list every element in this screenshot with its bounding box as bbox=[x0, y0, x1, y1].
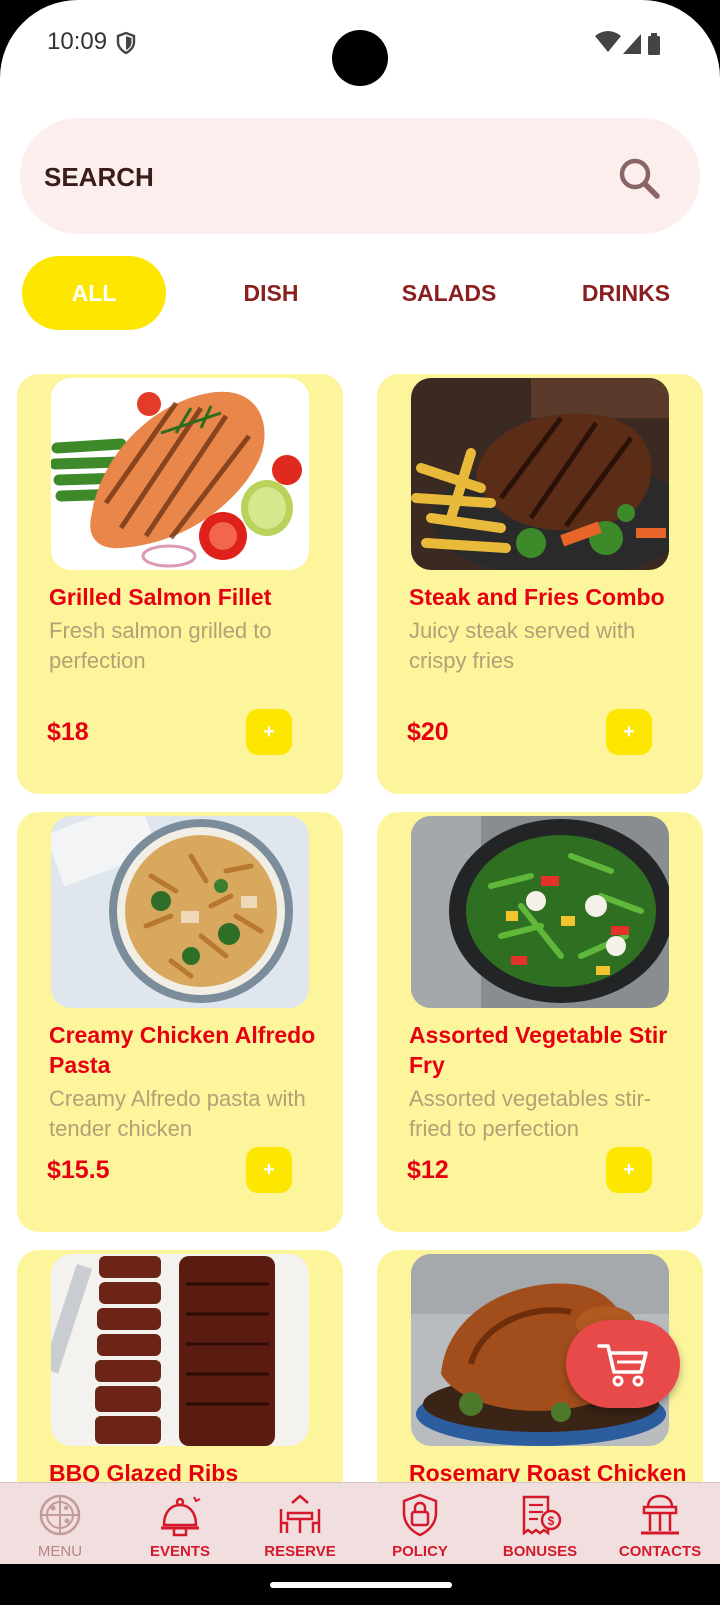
search-input[interactable]: SEARCH bbox=[44, 162, 154, 193]
dish-description: Creamy Alfredo pasta with tender chicken bbox=[49, 1086, 306, 1141]
tab-drinks[interactable]: DRINKS bbox=[554, 256, 698, 330]
nav-item-events[interactable]: EVENTS bbox=[120, 1483, 240, 1565]
dish-price: $18 bbox=[47, 718, 89, 746]
clock: 10:09 bbox=[47, 28, 108, 55]
receipt-dollar-icon: $ bbox=[522, 1495, 562, 1536]
shield-icon bbox=[116, 31, 136, 55]
nav-label: CONTACTS bbox=[618, 1543, 702, 1560]
tab-label: DRINKS bbox=[581, 279, 671, 306]
bottom-navigation: MENU EVENTS RESERVE POLICY $ BONUSES CON… bbox=[0, 1482, 720, 1565]
food-image-pasta bbox=[51, 816, 309, 1008]
tab-label: ALL bbox=[71, 279, 117, 306]
search-icon[interactable] bbox=[615, 154, 663, 202]
nav-item-reserve[interactable]: RESERVE bbox=[240, 1483, 360, 1565]
cloche-icon bbox=[161, 1496, 201, 1537]
lock-shield-icon bbox=[402, 1493, 438, 1537]
nav-label: POLICY bbox=[392, 1543, 448, 1560]
svg-text:$: $ bbox=[548, 1514, 555, 1528]
dish-title: Creamy Chicken Alfredo Pasta bbox=[49, 1022, 316, 1078]
signal-icon bbox=[623, 34, 641, 54]
nav-label: MENU bbox=[37, 1543, 83, 1560]
nav-label: BONUSES bbox=[502, 1543, 578, 1560]
table-icon bbox=[279, 1494, 321, 1533]
search-bar[interactable]: SEARCH bbox=[20, 118, 700, 234]
system-icons bbox=[595, 31, 660, 55]
tab-all[interactable]: ALL bbox=[22, 256, 166, 330]
nav-item-menu[interactable]: MENU bbox=[0, 1483, 120, 1565]
cart-icon bbox=[597, 1344, 648, 1387]
battery-icon bbox=[648, 33, 660, 55]
nav-item-contacts[interactable]: CONTACTS bbox=[600, 1483, 720, 1565]
food-image-salmon bbox=[51, 378, 309, 570]
dish-price: $12 bbox=[407, 1156, 449, 1184]
app-screen: 10:09 SEARCH ALL DISH SALADS DRINKS Gril… bbox=[0, 0, 720, 1605]
tab-salads[interactable]: SALADS bbox=[377, 256, 521, 330]
camera-cutout bbox=[332, 30, 388, 86]
tab-label: DISH bbox=[243, 279, 299, 306]
pizza-icon bbox=[39, 1494, 81, 1536]
dish-price: $15.5 bbox=[47, 1156, 110, 1184]
add-to-cart-button[interactable]: + bbox=[606, 709, 652, 755]
add-to-cart-button[interactable]: + bbox=[246, 709, 292, 755]
status-bar: 10:09 bbox=[0, 0, 720, 90]
menu-card[interactable]: Creamy Chicken Alfredo Pasta Creamy Alfr… bbox=[17, 812, 343, 1232]
dish-title: Grilled Salmon Fillet bbox=[49, 584, 272, 610]
dish-title: Assorted Vegetable Stir Fry bbox=[409, 1022, 668, 1078]
home-indicator[interactable] bbox=[270, 1582, 452, 1588]
food-image-steak bbox=[411, 378, 669, 570]
dish-description: Fresh salmon grilled to perfection bbox=[49, 618, 272, 673]
tab-label: SALADS bbox=[401, 279, 497, 306]
nav-label: EVENTS bbox=[149, 1543, 210, 1560]
food-image-stir-fry bbox=[411, 816, 669, 1008]
building-icon bbox=[641, 1494, 679, 1535]
add-to-cart-button[interactable]: + bbox=[606, 1147, 652, 1193]
dish-description: Juicy steak served with crispy fries bbox=[409, 618, 636, 673]
nav-label: RESERVE bbox=[264, 1543, 336, 1560]
dish-title: Steak and Fries Combo bbox=[409, 584, 665, 610]
menu-card[interactable]: Steak and Fries Combo Juicy steak served… bbox=[377, 374, 703, 794]
cart-button[interactable] bbox=[566, 1320, 680, 1408]
menu-card[interactable]: Assorted Vegetable Stir Fry Assorted veg… bbox=[377, 812, 703, 1232]
dish-price: $20 bbox=[407, 718, 449, 746]
add-to-cart-button[interactable]: + bbox=[246, 1147, 292, 1193]
wifi-icon bbox=[595, 31, 621, 52]
dish-description: Assorted vegetables stir-fried to perfec… bbox=[409, 1086, 652, 1141]
food-image-ribs bbox=[51, 1254, 309, 1446]
tab-dish[interactable]: DISH bbox=[199, 256, 343, 330]
nav-item-bonuses[interactable]: $ BONUSES bbox=[480, 1483, 600, 1565]
nav-item-policy[interactable]: POLICY bbox=[360, 1483, 480, 1565]
menu-card[interactable]: Grilled Salmon Fillet Fresh salmon grill… bbox=[17, 374, 343, 794]
